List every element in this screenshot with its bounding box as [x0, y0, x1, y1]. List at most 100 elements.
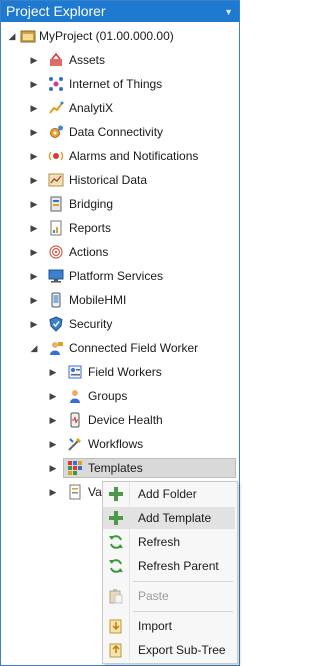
tree-item-label: Security	[69, 317, 113, 331]
tree-item-label: Platform Services	[69, 269, 164, 283]
tree-item-label: Templates	[88, 461, 143, 475]
expand-arrow-icon[interactable]: ▶	[29, 150, 39, 162]
tree-item-label: Field Workers	[88, 365, 162, 379]
tree-item-data-connectivity[interactable]: ▶ Data Connectivity	[1, 122, 239, 142]
tree-root[interactable]: ◢ MyProject (01.00.000.00)	[1, 26, 239, 46]
tree-item-label: Assets	[69, 53, 106, 67]
menu-item-export-sub-tree[interactable]: Export Sub-Tree	[103, 639, 235, 661]
tree-item-label: Connected Field Worker	[69, 341, 199, 355]
tree-item-workflows[interactable]: ▶ Workflows	[1, 434, 239, 454]
import-icon	[108, 618, 124, 634]
device-health-icon	[67, 412, 83, 428]
tree-item-mobilehmi[interactable]: ▶ MobileHMI	[1, 290, 239, 310]
tree-item-reports[interactable]: ▶ Reports	[1, 218, 239, 238]
historical-data-icon	[48, 172, 64, 188]
menu-item-label: Refresh	[138, 535, 181, 549]
tree-item-assets[interactable]: ▶ Assets	[1, 50, 239, 70]
tree-root-label: MyProject (01.00.000.00)	[39, 29, 174, 43]
tree-item-historical-data[interactable]: ▶ Historical Data	[1, 170, 239, 190]
variables-icon	[67, 484, 83, 500]
expand-arrow-icon[interactable]: ▶	[29, 246, 39, 258]
menu-item-label: Add Folder	[138, 487, 197, 501]
menu-item-label: Export Sub-Tree	[138, 643, 226, 657]
expand-arrow-icon[interactable]: ▶	[29, 54, 39, 66]
tree-item-label: MobileHMI	[69, 293, 127, 307]
expand-arrow-icon[interactable]: ▶	[48, 486, 58, 498]
menu-item-label: Paste	[138, 589, 169, 603]
tree-item-label: Groups	[88, 389, 128, 403]
menu-item-label: Import	[138, 619, 173, 633]
expand-arrow-icon[interactable]: ▶	[48, 462, 58, 474]
add-icon	[108, 510, 124, 526]
tree-item-templates[interactable]: ▶ Templates	[1, 458, 239, 478]
groups-icon	[67, 388, 83, 404]
platform-services-icon	[48, 268, 64, 284]
reports-icon	[48, 220, 64, 236]
tree-item-label: Device Health	[88, 413, 163, 427]
expand-arrow-icon[interactable]: ▶	[29, 78, 39, 90]
tree-item-label: Internet of Things	[69, 77, 163, 91]
menu-separator	[133, 611, 233, 612]
tree-item-actions[interactable]: ▶ Actions	[1, 242, 239, 262]
collapse-arrow-icon[interactable]: ◢	[7, 30, 17, 42]
tree-item-label: Va	[88, 485, 102, 499]
expand-arrow-icon[interactable]: ▶	[29, 126, 39, 138]
alarm-icon	[48, 148, 64, 164]
workflows-icon	[67, 436, 83, 452]
export-icon	[108, 642, 124, 658]
tree-item-label: Reports	[69, 221, 112, 235]
panel-titlebar: Project Explorer ▼	[1, 1, 239, 22]
tree-item-label: Data Connectivity	[69, 125, 164, 139]
project-icon	[20, 28, 36, 44]
paste-icon	[108, 588, 124, 604]
data-connectivity-icon	[48, 124, 64, 140]
menu-item-add-template[interactable]: Add Template	[103, 507, 235, 529]
panel-title: Project Explorer	[6, 3, 106, 19]
expand-arrow-icon[interactable]: ▶	[29, 318, 39, 330]
menu-separator	[133, 581, 233, 582]
menu-item-add-folder[interactable]: Add Folder	[103, 483, 235, 505]
expand-arrow-icon[interactable]: ▶	[29, 102, 39, 114]
tree-item-label: Workflows	[88, 437, 144, 451]
expand-arrow-icon[interactable]: ▶	[48, 390, 58, 402]
tree-item-connected-field-worker[interactable]: ◢ Connected Field Worker	[1, 338, 239, 358]
tree-item-groups[interactable]: ▶ Groups	[1, 386, 239, 406]
add-icon	[108, 486, 124, 502]
menu-item-import[interactable]: Import	[103, 615, 235, 637]
expand-arrow-icon[interactable]: ▶	[29, 174, 39, 186]
bridging-icon	[48, 196, 64, 212]
expand-arrow-icon[interactable]: ▶	[48, 366, 58, 378]
menu-item-label: Add Template	[138, 511, 212, 525]
context-menu: Add Folder Add Template Refresh Refresh …	[102, 481, 238, 664]
expand-arrow-icon[interactable]: ▶	[48, 414, 58, 426]
expand-arrow-icon[interactable]: ▶	[48, 438, 58, 450]
project-explorer-panel: Project Explorer ▼ ◢ MyProject (01.00.00…	[0, 0, 240, 666]
tree-item-internet-of-things[interactable]: ▶ Internet of Things	[1, 74, 239, 94]
menu-item-paste[interactable]: Paste	[103, 585, 235, 607]
tree-item-device-health[interactable]: ▶ Device Health	[1, 410, 239, 430]
tree-item-label: Actions	[69, 245, 109, 259]
field-workers-icon	[67, 364, 83, 380]
analytix-icon	[48, 100, 64, 116]
tree-item-field-workers[interactable]: ▶ Field Workers	[1, 362, 239, 382]
expand-arrow-icon[interactable]: ▶	[29, 222, 39, 234]
tree-item-analytix[interactable]: ▶ AnalytiX	[1, 98, 239, 118]
tree-item-bridging[interactable]: ▶ Bridging	[1, 194, 239, 214]
tree-item-security[interactable]: ▶ Security	[1, 314, 239, 334]
expand-arrow-icon[interactable]: ▶	[29, 198, 39, 210]
tree-item-alarms-and-notifications[interactable]: ▶ Alarms and Notifications	[1, 146, 239, 166]
iot-icon	[48, 76, 64, 92]
menu-item-refresh-parent[interactable]: Refresh Parent	[103, 555, 235, 577]
assets-icon	[48, 52, 64, 68]
refresh-icon	[108, 558, 124, 574]
tree-item-label: Historical Data	[69, 173, 148, 187]
collapse-arrow-icon[interactable]: ◢	[29, 342, 39, 354]
field-worker-icon	[48, 340, 64, 356]
security-icon	[48, 316, 64, 332]
dropdown-arrow-icon[interactable]: ▼	[224, 2, 233, 23]
menu-item-refresh[interactable]: Refresh	[103, 531, 235, 553]
expand-arrow-icon[interactable]: ▶	[29, 294, 39, 306]
expand-arrow-icon[interactable]: ▶	[29, 270, 39, 282]
tree-item-platform-services[interactable]: ▶ Platform Services	[1, 266, 239, 286]
actions-icon	[48, 244, 64, 260]
